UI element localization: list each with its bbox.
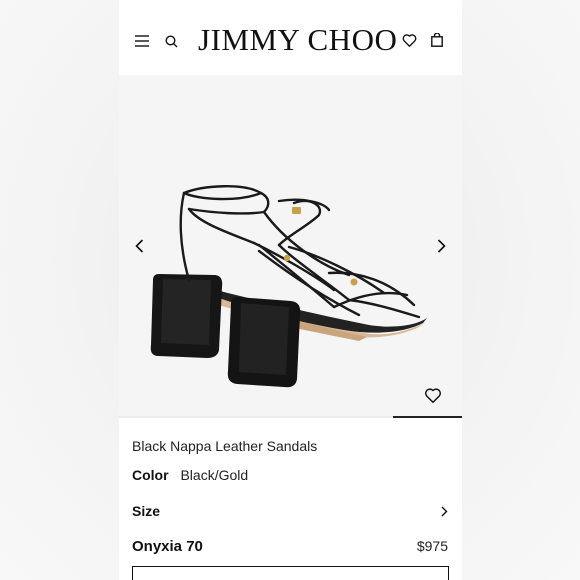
size-selector[interactable]: Size bbox=[132, 501, 448, 521]
search-icon[interactable] bbox=[162, 32, 180, 50]
wishlist-heart-icon[interactable] bbox=[422, 384, 444, 406]
previous-image-arrow-icon[interactable] bbox=[131, 238, 147, 254]
heart-icon[interactable] bbox=[400, 31, 418, 49]
menu-icon[interactable] bbox=[133, 32, 151, 50]
price: $975 bbox=[416, 538, 448, 554]
size-label: Size bbox=[132, 503, 161, 519]
style-name: Onyxia 70 bbox=[132, 537, 203, 555]
color-value: Black/Gold bbox=[180, 467, 249, 483]
product-name: Black Nappa Leather Sandals bbox=[132, 438, 318, 454]
gallery-progress-indicator bbox=[393, 416, 462, 418]
product-image-gallery[interactable] bbox=[119, 75, 462, 418]
next-image-arrow-icon[interactable] bbox=[433, 238, 449, 254]
color-label: Color bbox=[132, 467, 169, 483]
bag-icon[interactable] bbox=[428, 31, 446, 49]
product-page: JIMMY CHOO Black Nappa Leather Sandals C… bbox=[119, 0, 462, 580]
style-price-row: Onyxia 70 $975 bbox=[132, 536, 448, 556]
add-to-bag-button[interactable] bbox=[132, 566, 449, 580]
chevron-right-icon bbox=[441, 506, 448, 517]
brand-logo[interactable]: JIMMY CHOO bbox=[198, 22, 397, 58]
sandal-image bbox=[150, 185, 427, 388]
site-header: JIMMY CHOO bbox=[119, 0, 462, 75]
color-row: Color Black/Gold bbox=[132, 467, 248, 483]
